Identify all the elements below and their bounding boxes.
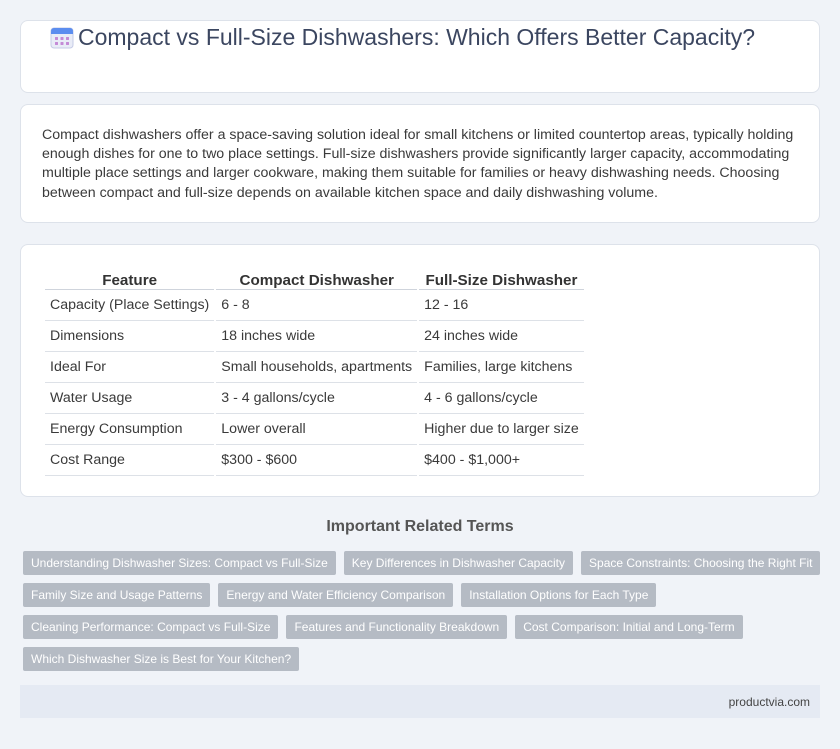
page-title: Compact vs Full-Size Dishwashers: Which … bbox=[78, 24, 756, 50]
related-terms-list: Understanding Dishwasher Sizes: Compact … bbox=[23, 551, 823, 679]
table-row: Energy Consumption Lower overall Higher … bbox=[45, 414, 584, 445]
table-cell: Ideal For bbox=[45, 352, 215, 383]
tag-row: Family Size and Usage Patterns Energy an… bbox=[23, 583, 823, 607]
tag-row: Understanding Dishwasher Sizes: Compact … bbox=[23, 551, 823, 575]
comparison-card: Feature Compact Dishwasher Full-Size Dis… bbox=[20, 244, 820, 497]
related-term-tag[interactable]: Space Constraints: Choosing the Right Fi… bbox=[581, 551, 821, 575]
footer-site-link[interactable]: productvia.com bbox=[729, 695, 810, 709]
tag-row: Which Dishwasher Size is Best for Your K… bbox=[23, 647, 823, 671]
related-terms-title: Important Related Terms bbox=[326, 518, 514, 535]
table-cell: 12 - 16 bbox=[419, 290, 584, 321]
table-row: Dimensions 18 inches wide 24 inches wide bbox=[45, 321, 584, 352]
column-header-full-size: Full-Size Dishwasher bbox=[419, 265, 584, 290]
table-cell: Capacity (Place Settings) bbox=[45, 290, 215, 321]
table-cell: Cost Range bbox=[45, 445, 215, 476]
related-term-tag[interactable]: Installation Options for Each Type bbox=[461, 583, 657, 607]
comparison-table: Feature Compact Dishwasher Full-Size Dis… bbox=[43, 265, 586, 476]
table-cell: Families, large kitchens bbox=[419, 352, 584, 383]
table-cell: Small households, apartments bbox=[216, 352, 418, 383]
table-cell: Dimensions bbox=[45, 321, 215, 352]
table-row: Capacity (Place Settings) 6 - 8 12 - 16 bbox=[45, 290, 584, 321]
calendar-icon bbox=[50, 27, 74, 49]
related-term-tag[interactable]: Family Size and Usage Patterns bbox=[23, 583, 211, 607]
intro-paragraph: Compact dishwashers offer a space-saving… bbox=[42, 127, 794, 201]
table-cell: Higher due to larger size bbox=[419, 414, 584, 445]
column-header-compact: Compact Dishwasher bbox=[216, 265, 418, 290]
table-cell: Water Usage bbox=[45, 383, 215, 414]
related-term-tag[interactable]: Features and Functionality Breakdown bbox=[286, 615, 508, 639]
table-cell: Lower overall bbox=[216, 414, 418, 445]
related-term-tag[interactable]: Understanding Dishwasher Sizes: Compact … bbox=[23, 551, 336, 575]
table-row: Water Usage 3 - 4 gallons/cycle 4 - 6 ga… bbox=[45, 383, 584, 414]
intro-card: Compact dishwashers offer a space-saving… bbox=[20, 104, 820, 223]
related-term-tag[interactable]: Energy and Water Efficiency Comparison bbox=[218, 583, 454, 607]
table-cell: 3 - 4 gallons/cycle bbox=[216, 383, 418, 414]
table-row: Cost Range $300 - $600 $400 - $1,000+ bbox=[45, 445, 584, 476]
table-cell: $400 - $1,000+ bbox=[419, 445, 584, 476]
table-cell: 4 - 6 gallons/cycle bbox=[419, 383, 584, 414]
related-term-tag[interactable]: Which Dishwasher Size is Best for Your K… bbox=[23, 647, 300, 671]
table-cell: 6 - 8 bbox=[216, 290, 418, 321]
footer: productvia.com bbox=[20, 685, 820, 718]
table-cell: Energy Consumption bbox=[45, 414, 215, 445]
table-cell: 24 inches wide bbox=[419, 321, 584, 352]
table-cell: $300 - $600 bbox=[216, 445, 418, 476]
table-header-row: Feature Compact Dishwasher Full-Size Dis… bbox=[45, 265, 584, 290]
table-row: Ideal For Small households, apartments F… bbox=[45, 352, 584, 383]
related-term-tag[interactable]: Cleaning Performance: Compact vs Full-Si… bbox=[23, 615, 279, 639]
table-cell: 18 inches wide bbox=[216, 321, 418, 352]
related-term-tag[interactable]: Key Differences in Dishwasher Capacity bbox=[343, 551, 574, 575]
related-term-tag[interactable]: Cost Comparison: Initial and Long-Term bbox=[515, 615, 743, 639]
tag-row: Cleaning Performance: Compact vs Full-Si… bbox=[23, 615, 823, 639]
column-header-feature: Feature bbox=[45, 265, 215, 290]
